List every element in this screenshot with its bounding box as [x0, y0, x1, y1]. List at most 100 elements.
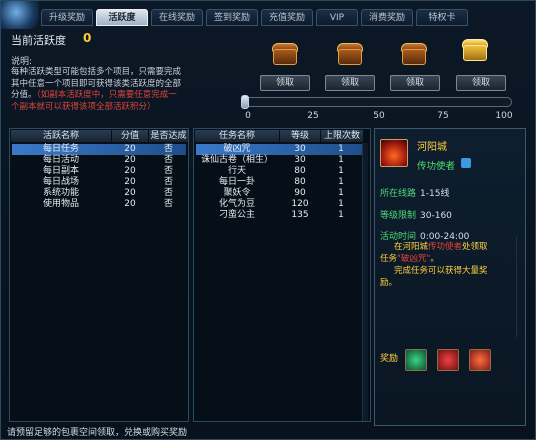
table-cell: 20: [124, 155, 136, 165]
table-cell: 90: [294, 188, 306, 198]
route-info: 所在线路 1-15线: [380, 189, 450, 199]
table-cell: 否: [163, 144, 173, 154]
table-cell: 否: [163, 155, 173, 165]
table-row[interactable]: 破凶咒 30 1: [196, 144, 362, 155]
treasure-chest-icon: [269, 39, 301, 69]
table-row[interactable]: 每日任务 20 否: [12, 144, 186, 155]
treasure-chest-icon: [398, 39, 430, 69]
description-text: 每种活跃类型可能包括多个项目，只需要完成 其中任意一个项目即可获得该类活跃度的全…: [11, 67, 233, 113]
activity-progress-bar: [241, 95, 512, 109]
description-line: 每种活跃类型可能包括多个项目，只需要完成: [11, 67, 182, 77]
table-cell: 20: [124, 166, 136, 176]
level-info: 等级限制 30-160: [380, 211, 452, 221]
table-cell: 135: [291, 210, 309, 220]
table-cell: 80: [294, 166, 306, 176]
progress-tick: 75: [437, 111, 449, 121]
column-header[interactable]: 任务名称: [195, 130, 279, 142]
column-header[interactable]: 上限次数: [321, 130, 363, 142]
description-line: 分值。（如副本活跃度中，只需要任意完成一: [11, 90, 177, 100]
tab-online-reward[interactable]: 在线奖励: [151, 9, 203, 26]
column-header[interactable]: 是否达成: [149, 130, 188, 142]
table-row[interactable]: 刁蛮公主 135 1: [196, 210, 362, 221]
table-cell: 否: [163, 177, 173, 187]
claim-button[interactable]: 领取: [456, 75, 506, 91]
progress-tick: 100: [495, 111, 513, 121]
table-cell: 1: [338, 188, 344, 198]
task-scrollbar[interactable]: [362, 143, 368, 421]
chat-bubble-icon[interactable]: [461, 158, 471, 168]
quest-npc-link[interactable]: 传功使者: [428, 242, 462, 252]
table-row[interactable]: 使用物品 20 否: [12, 199, 186, 210]
table-row[interactable]: 化气为豆 120 1: [196, 199, 362, 210]
npc-name-link[interactable]: 传功使者: [417, 158, 455, 172]
progress-knob: [241, 95, 249, 109]
progress-tick: 50: [373, 111, 385, 121]
table-cell: 行天: [227, 166, 246, 176]
game-logo-icon: [1, 1, 39, 29]
column-header[interactable]: 活跃名称: [11, 130, 111, 142]
table-cell: 聚妖令: [223, 188, 251, 198]
activity-window: 升级奖励 活跃度 在线奖励 签到奖励 充值奖励 VIP 消费奖励 特权卡 当前活…: [0, 0, 536, 440]
task-detail-panel: 河阳城 传功使者 所在线路 1-15线 等级限制 30-160 活动时间 0:00-2…: [374, 128, 526, 426]
description-note: 个副本就可以获得该项全部活跃积分）: [11, 101, 156, 112]
tab-bar: 升级奖励 活跃度 在线奖励 签到奖励 充值奖励 VIP 消费奖励 特权卡: [41, 9, 531, 27]
table-cell: 系统功能: [42, 188, 79, 198]
table-cell: 每日活动: [42, 155, 79, 165]
table-row[interactable]: 诛仙古卷（相生） 30 1: [196, 155, 362, 166]
table-cell: 20: [124, 188, 136, 198]
table-cell: 20: [124, 177, 136, 187]
table-cell: 1: [338, 166, 344, 176]
table-cell: 诛仙古卷（相生）: [200, 155, 273, 165]
activity-table: 活跃名称 分值 是否达成 每日任务 20 否每日活动 20 否每日副本 20 否每日战场 20…: [9, 128, 189, 422]
reward-label: 奖励: [380, 354, 399, 364]
tab-spending-reward[interactable]: 消费奖励: [361, 9, 413, 26]
table-cell: 破凶咒: [223, 144, 251, 154]
table-cell: 1: [338, 199, 344, 209]
activity-label: 当前活跃度: [11, 34, 66, 47]
claim-button[interactable]: 领取: [390, 75, 440, 91]
table-cell: 每日任务: [42, 144, 79, 154]
tab-recharge-reward[interactable]: 充值奖励: [261, 9, 313, 26]
description-note: （如副本活跃度中，只需要任意完成一: [36, 90, 177, 100]
progress-tick: 25: [307, 111, 319, 121]
footer-hint: 请预留足够的包裹空间领取，兑换或购买奖励: [7, 428, 188, 438]
table-row[interactable]: 行天 80 1: [196, 166, 362, 177]
table-cell: 化气为豆: [218, 199, 255, 209]
table-cell: 120: [291, 199, 309, 209]
column-header[interactable]: 分值: [112, 130, 148, 142]
jade-reward-icon[interactable]: [405, 349, 427, 371]
claim-button[interactable]: 领取: [325, 75, 375, 91]
table-row[interactable]: 聚妖令 90 1: [196, 188, 362, 199]
quest-description: 在河阳城传功使者处领取 任务"破凶咒"。 完成任务可以获得大量奖 励。: [380, 242, 488, 288]
table-row[interactable]: 每日一卦 80 1: [196, 177, 362, 188]
description-title: 说明:: [11, 57, 33, 67]
table-cell: 1: [338, 177, 344, 187]
table-row[interactable]: 系统功能 20 否: [12, 188, 186, 199]
tab-signin-reward[interactable]: 签到奖励: [206, 9, 258, 26]
table-cell: 每日一卦: [218, 177, 255, 187]
table-cell: 30: [294, 155, 306, 165]
table-cell: 否: [163, 166, 173, 176]
table-row[interactable]: 每日活动 20 否: [12, 155, 186, 166]
table-cell: 使用物品: [42, 199, 79, 209]
npc-city: 河阳城: [417, 142, 447, 153]
red-gift-reward-icon[interactable]: [437, 349, 459, 371]
column-header[interactable]: 等级: [280, 130, 320, 142]
quest-name: "破凶咒": [397, 254, 431, 264]
tab-vip[interactable]: VIP: [316, 9, 358, 26]
tab-privilege-card[interactable]: 特权卡: [416, 9, 468, 26]
table-cell: 1: [338, 210, 344, 220]
table-cell: 20: [124, 199, 136, 209]
progress-tick: 0: [245, 111, 251, 121]
table-row[interactable]: 每日战场 20 否: [12, 177, 186, 188]
detail-scrollbar[interactable]: [516, 237, 522, 337]
claim-button[interactable]: 领取: [260, 75, 310, 91]
table-cell: 每日战场: [42, 177, 79, 187]
treasure-chest-icon: [334, 39, 366, 69]
table-row[interactable]: 每日副本 20 否: [12, 166, 186, 177]
tab-activity[interactable]: 活跃度: [96, 9, 148, 26]
table-cell: 80: [294, 177, 306, 187]
tab-level-reward[interactable]: 升级奖励: [41, 9, 93, 26]
table-cell: 1: [338, 144, 344, 154]
red-star-reward-icon[interactable]: [469, 349, 491, 371]
